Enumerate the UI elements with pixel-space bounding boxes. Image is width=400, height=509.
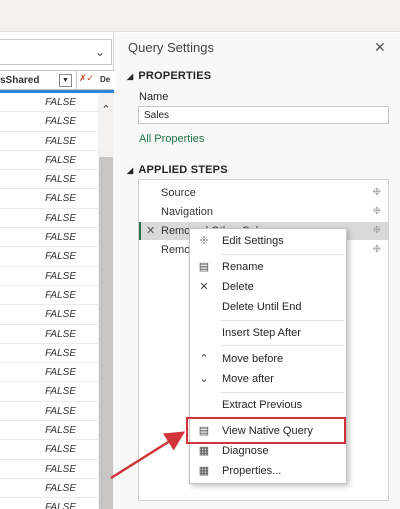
- annotation-arrow: [110, 431, 186, 480]
